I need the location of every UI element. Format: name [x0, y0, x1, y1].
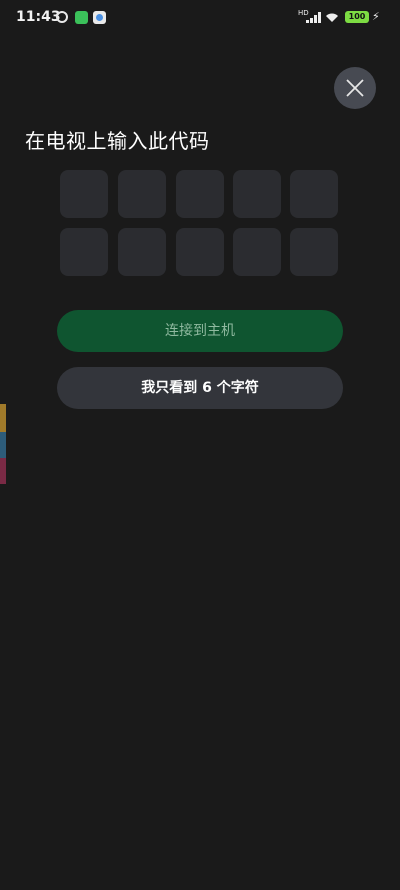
signal-icon — [306, 12, 321, 23]
code-cell — [118, 228, 166, 276]
app-notification-icon — [75, 11, 88, 24]
code-cell — [233, 228, 281, 276]
edge-decoration — [0, 458, 6, 484]
code-cell — [290, 170, 338, 218]
page-title: 在电视上输入此代码 — [25, 129, 210, 153]
status-bar: 11:43 HD 100 ⚡ — [0, 0, 400, 36]
charging-icon: ⚡ — [372, 10, 380, 23]
app-notification-icon — [93, 11, 106, 24]
battery-icon: 100 — [345, 11, 369, 23]
code-cell — [176, 170, 224, 218]
code-cell — [233, 170, 281, 218]
status-time: 11:43 — [16, 9, 61, 25]
code-cell — [60, 170, 108, 218]
code-cell — [176, 228, 224, 276]
only-six-chars-button[interactable]: 我只看到 6 个字符 — [57, 367, 343, 409]
wifi-icon — [326, 13, 338, 22]
code-cell — [290, 228, 338, 276]
edge-decoration — [0, 404, 6, 432]
alarm-icon — [56, 11, 68, 23]
code-cell — [60, 228, 108, 276]
close-button[interactable] — [334, 67, 376, 109]
code-cell — [118, 170, 166, 218]
close-icon — [346, 79, 364, 97]
connect-button[interactable]: 连接到主机 — [57, 310, 343, 352]
edge-decoration — [0, 432, 6, 458]
